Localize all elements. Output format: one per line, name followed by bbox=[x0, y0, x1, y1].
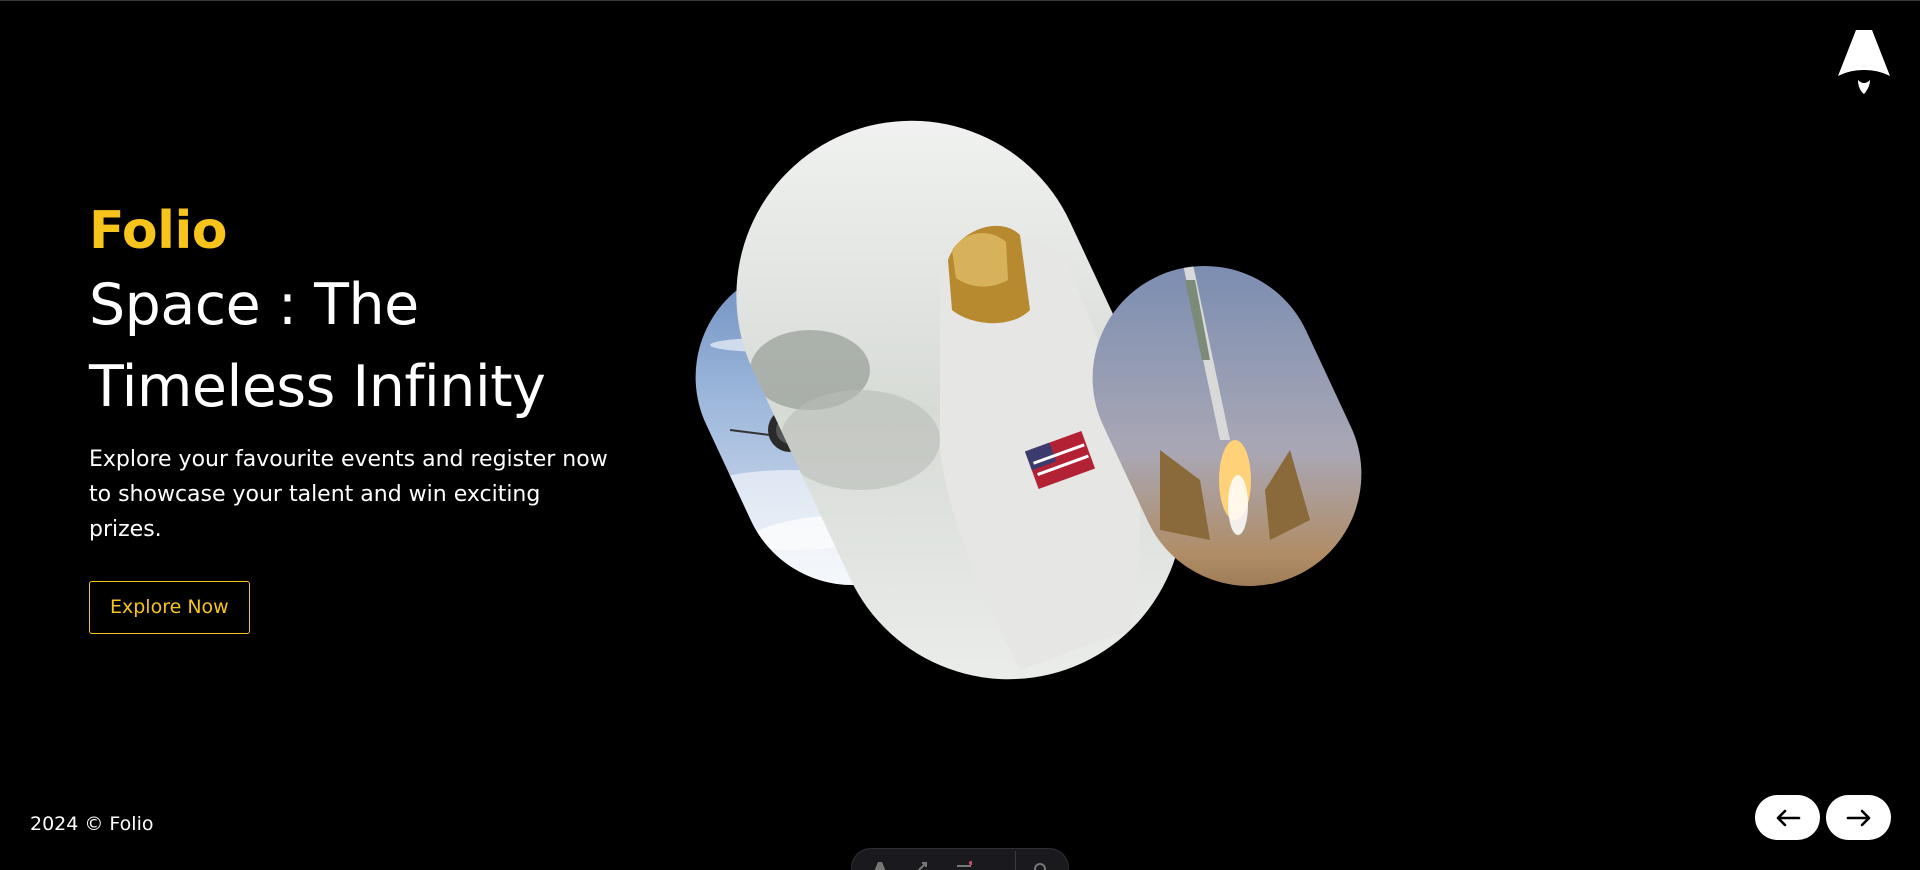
arrow-right-icon bbox=[1846, 809, 1870, 826]
hero-headline: Space : The Timeless Infinity bbox=[89, 264, 649, 428]
top-border bbox=[0, 0, 1920, 1]
brand-title: Folio bbox=[89, 201, 228, 261]
headline-line-1: Space : The bbox=[89, 272, 419, 338]
footer-copyright: 2024 © Folio bbox=[30, 813, 154, 835]
hero-description: Explore your favourite events and regist… bbox=[89, 447, 608, 542]
astro-logo-icon[interactable] bbox=[1836, 28, 1892, 96]
inspect-icon[interactable] bbox=[914, 861, 930, 870]
hero-section: Folio Space : The Timeless Infinity Expl… bbox=[89, 198, 649, 634]
toolbar-divider bbox=[1015, 851, 1016, 870]
explore-now-button[interactable]: Explore Now bbox=[89, 581, 250, 634]
audit-icon[interactable] bbox=[956, 861, 972, 870]
astro-menu-icon[interactable] bbox=[872, 861, 888, 870]
image-gallery bbox=[690, 110, 1399, 690]
previous-slide-button[interactable] bbox=[1755, 795, 1820, 840]
headline-line-2: Timeless Infinity bbox=[89, 354, 546, 420]
next-slide-button[interactable] bbox=[1826, 795, 1891, 840]
settings-icon[interactable] bbox=[1032, 861, 1048, 870]
dev-toolbar[interactable] bbox=[851, 848, 1069, 870]
arrow-left-icon bbox=[1776, 809, 1800, 826]
